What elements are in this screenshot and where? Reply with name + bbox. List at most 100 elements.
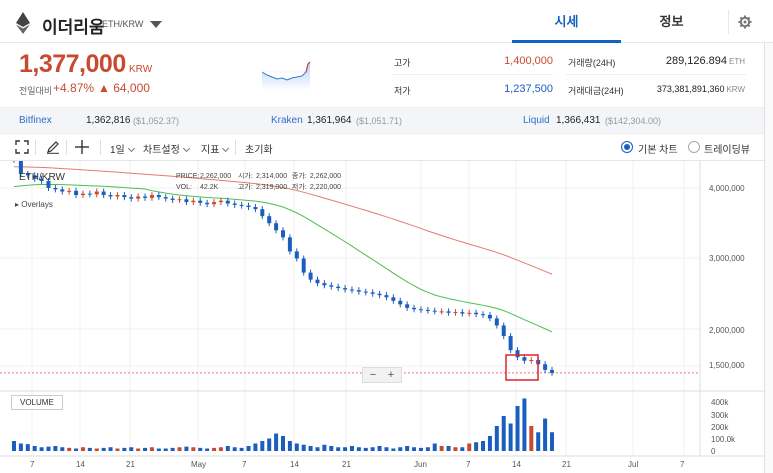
- candle-body: [122, 195, 127, 198]
- amount-24h-label: 거래대금(24H): [568, 86, 624, 96]
- candle-body: [336, 286, 341, 289]
- x-axis-tick: 7: [242, 460, 247, 469]
- candle-body: [281, 230, 285, 238]
- volume-bar: [460, 447, 465, 451]
- x-axis-tick: 21: [126, 460, 135, 469]
- volume-bar: [225, 446, 230, 451]
- candle-body: [460, 312, 465, 314]
- y-axis-tick: 1,500,000: [709, 361, 745, 370]
- candle-body: [287, 237, 292, 252]
- volume-bar: [101, 447, 106, 451]
- volume-bar: [60, 447, 65, 451]
- volume-bar: [32, 446, 37, 451]
- volume-bar: [370, 447, 375, 451]
- volume-bar: [336, 447, 341, 451]
- fullscreen-icon[interactable]: [15, 140, 29, 154]
- exchange-usd: ($142,304.00): [605, 116, 662, 126]
- exchange-name-liquid[interactable]: Liquid: [523, 115, 550, 126]
- toolbar-divider: [100, 140, 101, 155]
- candle-body: [129, 197, 134, 199]
- volume-bar: [281, 436, 285, 451]
- candle-body: [522, 357, 527, 361]
- coin-dropdown-icon[interactable]: [150, 21, 162, 28]
- chevron-down-icon: [127, 144, 135, 153]
- candle-body: [232, 203, 237, 205]
- tradingview-radio[interactable]: [688, 141, 700, 153]
- basic-chart-label[interactable]: 기본 차트: [638, 141, 678, 156]
- vol-axis-tick: 300k: [711, 411, 729, 420]
- x-axis-tick: 7: [30, 460, 35, 469]
- candle-body: [136, 196, 141, 199]
- volume-bar: [39, 447, 44, 451]
- pencil-icon[interactable]: [46, 140, 60, 154]
- candle-body: [550, 369, 554, 373]
- exchange-price: 1,366,431: [556, 115, 601, 126]
- candle-body: [322, 283, 327, 286]
- basic-chart-radio[interactable]: [621, 141, 633, 153]
- tradingview-label[interactable]: 트레이딩뷰: [704, 141, 750, 156]
- ohlc-value: 2,319,000: [255, 184, 288, 191]
- candle-body: [412, 307, 417, 310]
- indicators-select[interactable]: 지표: [201, 141, 230, 156]
- candle-body: [487, 314, 492, 319]
- candle-body: [239, 204, 244, 206]
- tab-info[interactable]: 정보: [621, 0, 722, 43]
- coin-name: 이더리움: [42, 18, 105, 37]
- volume-bar: [108, 447, 113, 451]
- candle-body: [501, 325, 506, 337]
- high-label: 고가: [394, 58, 411, 68]
- exchange-name-kraken[interactable]: Kraken: [271, 115, 303, 126]
- ohlc-label: VOL:: [176, 184, 192, 191]
- toolbar-divider: [35, 140, 36, 155]
- volume-bar: [205, 448, 210, 451]
- candle-body: [474, 312, 479, 315]
- toolbar-divider: [66, 140, 67, 155]
- exchange-usd: ($1,052.37): [133, 116, 180, 126]
- ohlc-readout: PRICE:2,262,000 시가: 2,314,000 종가: 2,262,00…: [176, 171, 344, 193]
- candle-body: [384, 295, 389, 298]
- settings-button[interactable]: [728, 10, 758, 34]
- interval-select[interactable]: 1일: [110, 141, 135, 156]
- price-tag-current: 1,377,000: [705, 372, 741, 381]
- volume-bar: [377, 446, 382, 451]
- x-axis-tick: May: [191, 460, 207, 469]
- volume-bar: [294, 443, 299, 451]
- candle-body: [494, 318, 499, 326]
- zoom-out-button[interactable]: −: [364, 368, 382, 382]
- candle-body: [218, 200, 223, 203]
- crosshair-icon[interactable]: [75, 140, 89, 154]
- overlays-toggle[interactable]: ▸ Overlays: [15, 200, 53, 209]
- candle-body: [156, 195, 161, 198]
- candle-body: [294, 251, 299, 259]
- volume-bar: [515, 406, 520, 451]
- volume-bar: [177, 447, 182, 451]
- volume-bar: [12, 441, 16, 451]
- y-axis-tick: 4,000,000: [709, 184, 745, 193]
- candle-body: [543, 364, 548, 370]
- exchange-price: 1,362,816: [86, 115, 131, 126]
- candle-body: [225, 200, 230, 204]
- exchange-name-bitfinex[interactable]: Bitfinex: [19, 115, 52, 126]
- zoom-in-button[interactable]: +: [382, 368, 400, 382]
- volume-bar: [329, 446, 334, 451]
- candle-body: [439, 311, 444, 313]
- volume-bar: [143, 447, 148, 451]
- volume-bar: [301, 444, 306, 451]
- x-axis-tick: Jun: [414, 460, 427, 469]
- ohlc-label: PRICE:: [176, 173, 200, 180]
- tab-market[interactable]: 시세: [512, 0, 621, 43]
- candle-body: [418, 309, 423, 311]
- volume-bar: [218, 447, 223, 451]
- volume-bar: [481, 441, 486, 451]
- coin-pair: ETH/KRW: [102, 19, 144, 29]
- reset-button[interactable]: 초기화: [245, 141, 273, 156]
- candle-body: [398, 300, 403, 305]
- chart-settings-select[interactable]: 차트설정: [143, 141, 190, 156]
- candle-body: [405, 304, 410, 308]
- candle-body: [308, 272, 313, 280]
- volume-24h-label: 거래량(24H): [568, 58, 616, 68]
- volume-bar: [543, 418, 548, 451]
- candle-body: [274, 223, 279, 231]
- volume-bar: [412, 447, 417, 451]
- price-chart[interactable]: ETH/KRW ▸ Overlays PRICE:2,262,000 시가: 2,…: [0, 161, 764, 473]
